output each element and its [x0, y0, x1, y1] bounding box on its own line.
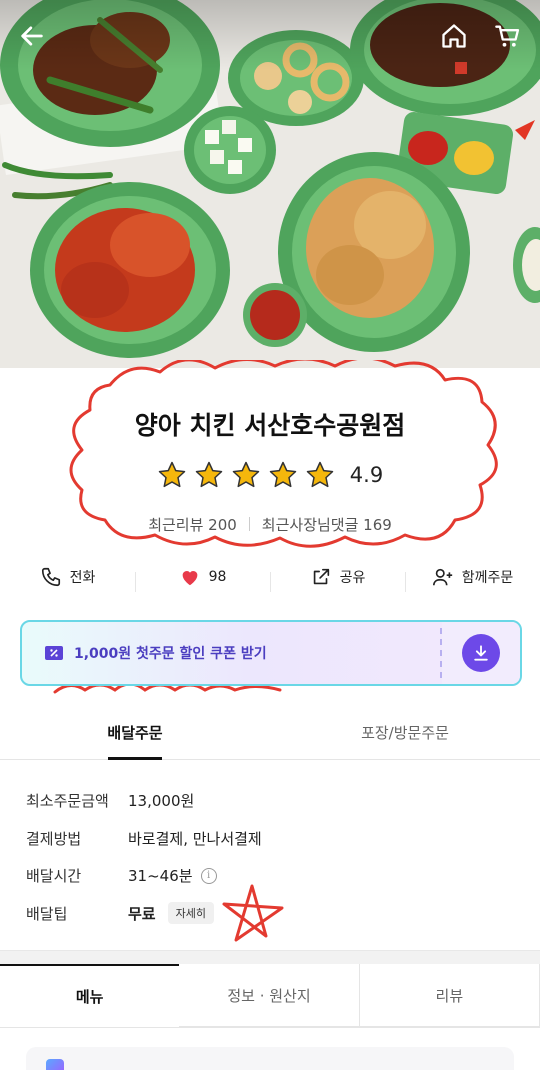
- phone-icon: [41, 567, 60, 587]
- min-order-row: 최소주문금액 13,000원: [26, 782, 526, 820]
- owner-replies-link[interactable]: 최근사장님댓글 169: [262, 516, 392, 534]
- tab-pickup[interactable]: 포장/방문주문: [270, 712, 540, 759]
- group-order-label: 함께주문: [461, 570, 514, 586]
- share-button[interactable]: 공유: [270, 566, 405, 592]
- cart-button[interactable]: [490, 18, 526, 54]
- like-count: 98: [208, 569, 227, 585]
- promo-icon: [46, 1059, 64, 1070]
- coupon-download-button[interactable]: [462, 634, 500, 672]
- heart-icon: [182, 571, 197, 586]
- promo-banner[interactable]: [26, 1047, 514, 1070]
- delivery-time-label: 배달시간: [26, 867, 82, 886]
- payment-row: 결제방법 바로결제, 만나서결제: [26, 820, 526, 858]
- rating-value: 4.9: [349, 463, 384, 487]
- tip-detail-button[interactable]: 자세히: [167, 902, 214, 925]
- tab-delivery[interactable]: 배달주문: [0, 712, 270, 759]
- tab-menu[interactable]: 메뉴: [0, 964, 180, 1027]
- back-button[interactable]: [14, 18, 50, 54]
- home-button[interactable]: [436, 18, 472, 54]
- share-icon: [313, 568, 329, 585]
- recent-reviews-link[interactable]: 최근리뷰 200: [148, 516, 237, 534]
- delivery-tip-value: 무료: [128, 904, 156, 923]
- tab-info[interactable]: 정보 · 원산지: [179, 964, 360, 1027]
- star-icon: [268, 460, 298, 490]
- delivery-info: 최소주문금액 13,000원 결제방법 바로결제, 만나서결제 배달시간 31~…: [26, 782, 526, 942]
- coupon-banner[interactable]: 1,000원 첫주문 할인 쿠폰 받기: [20, 620, 522, 686]
- call-button[interactable]: 전화: [0, 566, 135, 588]
- cart-icon: [495, 25, 520, 47]
- coupon-text-area: 1,000원 첫주문 할인 쿠폰 받기: [22, 622, 440, 684]
- coupon-icon: [45, 646, 63, 660]
- section-separator: [0, 950, 540, 964]
- add-person-icon: [432, 568, 452, 586]
- star-icon: [305, 460, 335, 490]
- payment-value: 바로결제, 만나서결제: [128, 829, 262, 848]
- share-label: 공유: [339, 570, 366, 586]
- min-order-value: 13,000원: [128, 792, 195, 811]
- payment-label: 결제방법: [26, 829, 82, 848]
- star-icon: [194, 460, 224, 490]
- star-icon: [231, 460, 261, 490]
- delivery-tip-value-wrap: 무료 자세히: [128, 902, 214, 925]
- call-label: 전화: [69, 570, 96, 586]
- store-name: 양아 치킨 서산호수공원점: [134, 411, 406, 440]
- back-arrow-icon: [21, 26, 43, 46]
- star-icon: [157, 460, 187, 490]
- delivery-time-value: 31~46분: [128, 867, 193, 886]
- delivery-tip-label: 배달팁: [26, 904, 68, 923]
- order-type-tabs: 배달주문 포장/방문주문: [0, 712, 540, 760]
- home-icon: [442, 24, 466, 48]
- info-icon[interactable]: i: [200, 867, 217, 884]
- tab-review[interactable]: 리뷰: [359, 964, 540, 1027]
- store-action-bar: 전화 98 공유 함께주문: [0, 558, 540, 596]
- group-order-button[interactable]: 함께주문: [405, 566, 540, 592]
- like-button[interactable]: 98: [135, 566, 270, 592]
- store-hero-image: [0, 0, 540, 368]
- delivery-time-value-wrap: 31~46분 i: [128, 865, 217, 886]
- coupon-text: 1,000원 첫주문 할인 쿠폰 받기: [74, 646, 267, 662]
- review-meta: 최근리뷰 200 최근사장님댓글 169: [0, 514, 540, 535]
- section-tabs: 메뉴 정보 · 원산지 리뷰: [0, 964, 540, 1028]
- red-star-scribble: [222, 884, 284, 942]
- meta-divider: [248, 517, 250, 531]
- rating-row: 4.9: [0, 460, 540, 490]
- min-order-label: 최소주문금액: [26, 792, 109, 811]
- download-icon: [474, 645, 488, 661]
- coupon-download-area: [442, 622, 520, 684]
